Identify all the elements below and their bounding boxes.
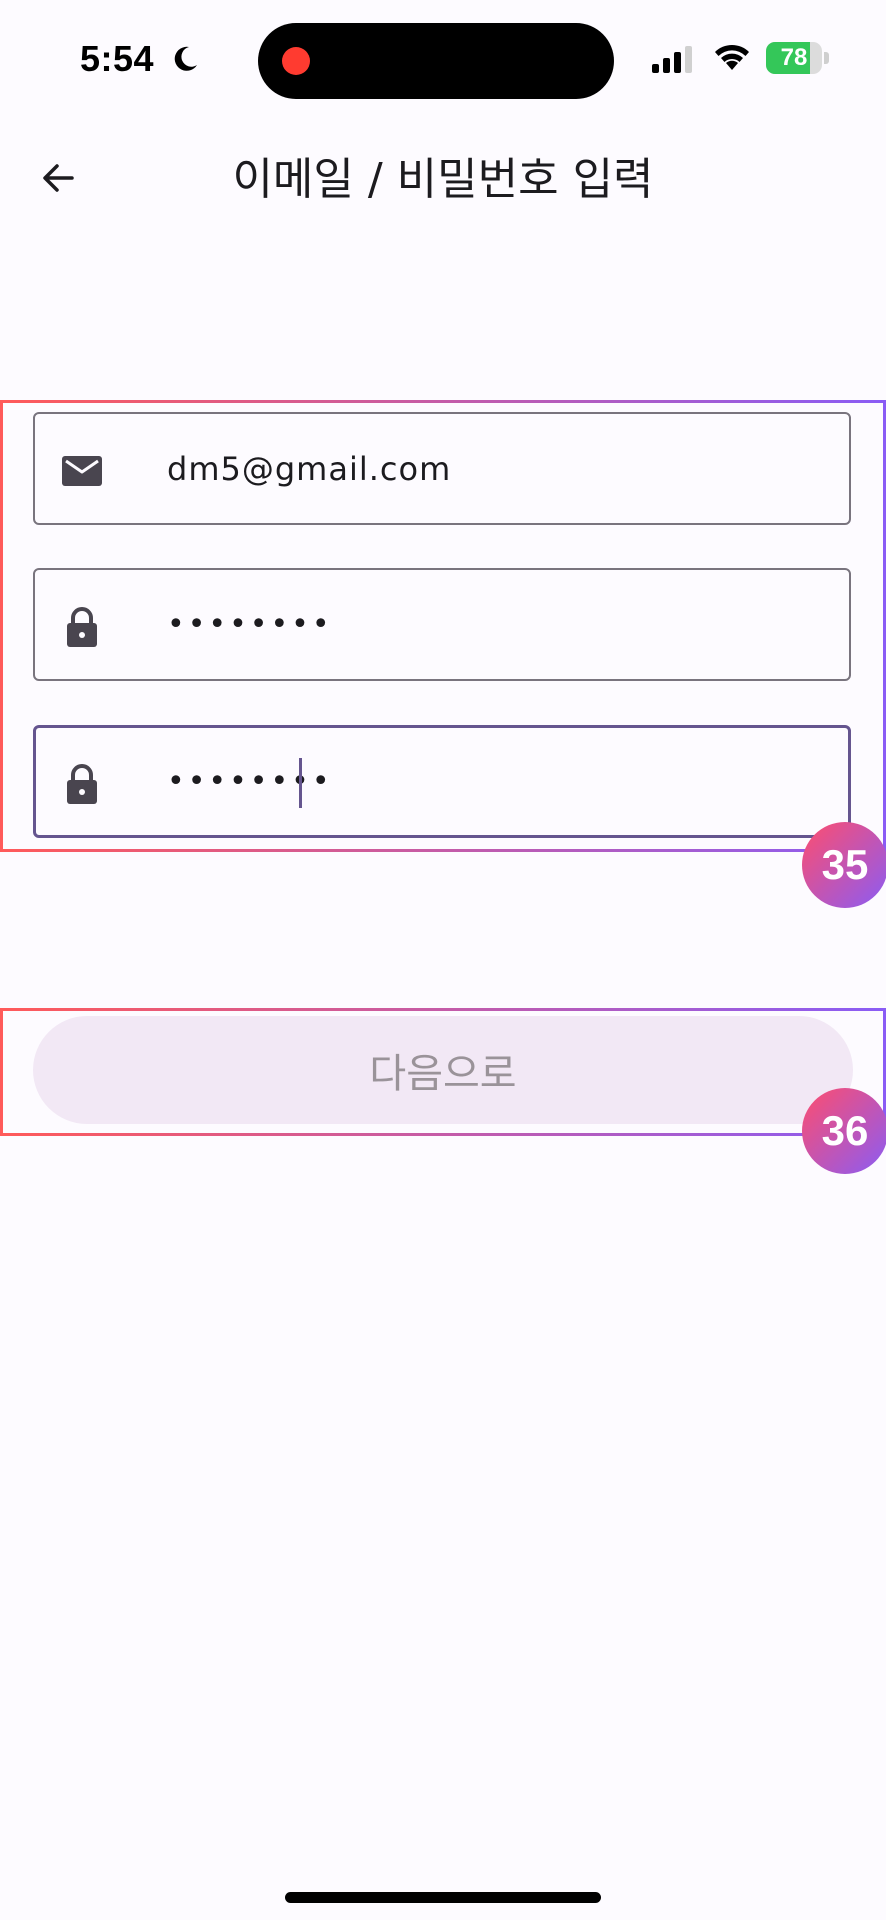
password-input[interactable] xyxy=(135,570,825,679)
lock-icon xyxy=(67,607,97,647)
page-title: 이메일 / 비밀번호 입력 xyxy=(232,154,654,205)
annotation-badge-36: 36 xyxy=(802,1088,886,1174)
text-caret xyxy=(299,758,302,808)
signal-icon xyxy=(652,46,692,73)
dynamic-island xyxy=(258,23,614,99)
mail-icon xyxy=(62,456,102,486)
battery-percentage: 78 xyxy=(780,44,808,71)
moon-icon xyxy=(174,46,197,71)
annotation-badge-35: 35 xyxy=(802,822,886,908)
password-confirm-field[interactable] xyxy=(33,725,851,838)
status-bar: 5:54 78 xyxy=(0,0,886,120)
next-button[interactable]: 다음으로 xyxy=(33,1016,853,1124)
home-indicator xyxy=(285,1892,601,1903)
app-bar: 이메일 / 비밀번호 입력 xyxy=(0,140,886,220)
recording-indicator-icon xyxy=(282,47,310,75)
email-field[interactable] xyxy=(33,412,851,525)
wifi-icon xyxy=(715,44,749,70)
password-field[interactable] xyxy=(33,568,851,681)
password-confirm-input[interactable] xyxy=(135,728,825,835)
email-input[interactable] xyxy=(135,414,825,523)
lock-icon xyxy=(67,764,97,804)
battery-icon: 78 xyxy=(766,42,830,74)
status-time: 5:54 xyxy=(80,38,155,79)
